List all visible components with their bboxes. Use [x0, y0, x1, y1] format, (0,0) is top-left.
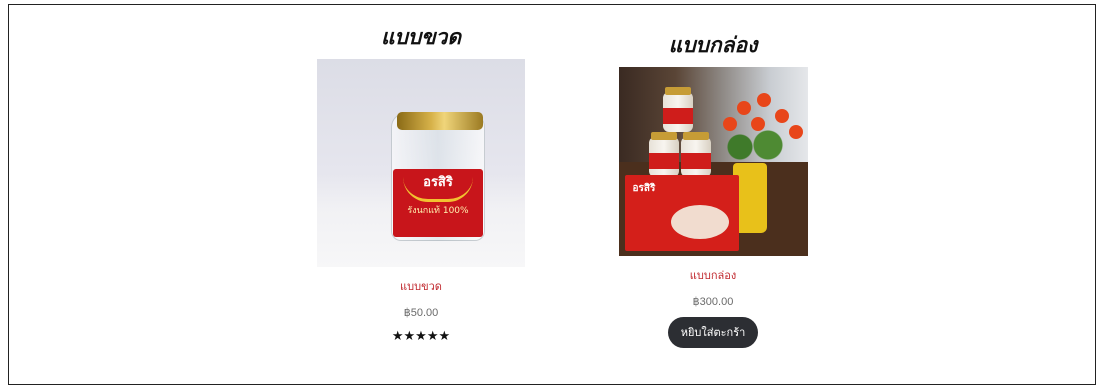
flower-shape	[750, 117, 765, 131]
product-title-link[interactable]: แบบขวด	[316, 277, 526, 295]
flower-shape	[788, 125, 803, 139]
mini-jar-shape	[662, 87, 693, 132]
product-heading: แบบกล่อง	[668, 33, 758, 57]
mini-jar-shape	[680, 132, 711, 177]
flower-shape	[774, 109, 789, 123]
product-price: ฿300.00	[692, 296, 734, 308]
flower-shape	[736, 101, 751, 115]
bird-nest-cup-shape	[670, 205, 729, 239]
content-frame: แบบขวด อรสิริ รังนกแท้ 100% แบบขวด ฿50.0…	[8, 4, 1096, 385]
product-title-link[interactable]: แบบกล่อง	[618, 266, 808, 284]
jar-sub-text: รังนกแท้ 100%	[407, 206, 469, 216]
jar-lid-shape	[397, 112, 483, 130]
flower-shape	[756, 93, 771, 107]
mini-jar-shape	[648, 132, 679, 177]
box-brand-text: อรสิริ	[632, 183, 656, 194]
leaves-shape	[718, 127, 789, 167]
product-heading: แบบขวด	[381, 25, 461, 49]
product-card-bottle: แบบขวด อรสิริ รังนกแท้ 100% แบบขวด ฿50.0…	[316, 23, 526, 344]
add-to-cart-button[interactable]: หยิบใส่ตะกร้า	[667, 317, 759, 348]
product-image[interactable]: อรสิริ รังนกแท้ 100%	[317, 59, 525, 267]
product-image[interactable]: อรสิริ	[618, 67, 808, 256]
flower-shape	[722, 117, 737, 131]
product-price: ฿50.00	[403, 307, 439, 319]
rating-stars: ★★★★★	[391, 329, 451, 344]
jar-brand-text: อรสิริ	[423, 175, 453, 190]
product-card-box: แบบกล่อง อรสิริ แบบกล่อง ฿300.00 หยิบใส่…	[618, 31, 808, 348]
